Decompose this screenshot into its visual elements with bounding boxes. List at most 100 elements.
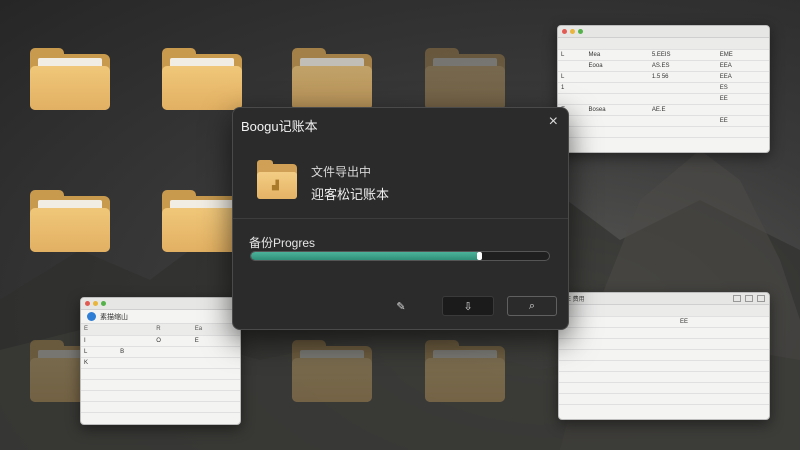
- divider: [233, 218, 568, 219]
- close-dot-icon[interactable]: [562, 29, 567, 34]
- maximize-dot-icon[interactable]: [101, 301, 106, 306]
- minimize-dot-icon[interactable]: [93, 301, 98, 306]
- table-row[interactable]: [559, 349, 769, 361]
- progress-label: 备份Progres: [249, 236, 316, 250]
- table-row[interactable]: [559, 360, 769, 372]
- table-row[interactable]: EE: [559, 316, 769, 328]
- cell: [677, 327, 769, 339]
- minimize-dot-icon[interactable]: [570, 29, 575, 34]
- table-row[interactable]: [81, 401, 240, 413]
- cell: [117, 401, 154, 413]
- desktop-folder[interactable]: [162, 48, 242, 110]
- cell: [648, 82, 717, 94]
- desktop-folder[interactable]: [425, 340, 505, 402]
- window-titlebar[interactable]: [81, 298, 240, 310]
- cell: [191, 379, 240, 391]
- cell: EE: [716, 115, 769, 127]
- col-header[interactable]: [598, 305, 638, 317]
- table-row[interactable]: [559, 371, 769, 383]
- file-table: E R Ea IOE LB K: [81, 324, 240, 413]
- cell: [191, 368, 240, 380]
- cell: L: [558, 49, 586, 61]
- window-titlebar[interactable]: [558, 26, 769, 38]
- cell: [677, 349, 769, 361]
- edit-button[interactable]: ✎: [385, 296, 417, 316]
- col-header[interactable]: [637, 305, 678, 317]
- table-row[interactable]: [81, 379, 240, 391]
- progress-knob: [477, 252, 483, 260]
- cell: [585, 82, 649, 94]
- col-header[interactable]: [677, 305, 769, 317]
- cell: [117, 379, 154, 391]
- table-row[interactable]: [559, 338, 769, 350]
- table-row[interactable]: Eooa AS.ES EEA: [558, 60, 769, 72]
- cell: EEA: [716, 60, 769, 72]
- desktop-folder[interactable]: [292, 48, 372, 110]
- maximize-dot-icon[interactable]: [578, 29, 583, 34]
- table-row[interactable]: EE: [558, 93, 769, 105]
- table-row[interactable]: [81, 390, 240, 402]
- desktop-folder[interactable]: [425, 48, 505, 110]
- col-header[interactable]: [558, 38, 586, 50]
- table-row[interactable]: [559, 382, 769, 394]
- cell: 5.EEIS: [648, 49, 717, 61]
- desktop-folder[interactable]: [292, 340, 372, 402]
- table-row[interactable]: EBoseaAE.E: [558, 104, 769, 116]
- cell: [191, 390, 240, 402]
- cell: K: [81, 357, 118, 369]
- desktop-folder[interactable]: [162, 190, 242, 252]
- table-row[interactable]: [559, 393, 769, 405]
- col-header[interactable]: [117, 324, 154, 336]
- cell: I: [81, 335, 118, 347]
- cell: EE: [716, 93, 769, 105]
- cell: [637, 338, 678, 350]
- window-titlebar[interactable]: E 费用: [559, 293, 769, 305]
- file-name: 迎客松记账本: [311, 187, 390, 202]
- cell: [117, 335, 154, 347]
- close-icon[interactable]: [757, 295, 765, 302]
- cell: [677, 360, 769, 372]
- file-window-top-right[interactable]: L Mea 5.EEIS EME Eooa AS.ES EEA L 1.5 56 EEA 1E…: [557, 25, 770, 153]
- maximize-icon[interactable]: [745, 295, 753, 302]
- download-button[interactable]: ⇩: [442, 296, 494, 316]
- table-row[interactable]: K: [81, 357, 240, 369]
- close-icon[interactable]: ×: [549, 113, 558, 131]
- table-row[interactable]: LB: [81, 346, 240, 358]
- cell: E: [191, 335, 240, 347]
- table-row[interactable]: [558, 126, 769, 138]
- cell: [153, 379, 192, 391]
- cell: [153, 401, 192, 413]
- table-row[interactable]: L Mea 5.EEIS EME: [558, 49, 769, 61]
- table-row[interactable]: [81, 368, 240, 380]
- cell: [153, 357, 192, 369]
- table-row[interactable]: [559, 327, 769, 339]
- cell: L: [81, 346, 118, 358]
- col-header[interactable]: [585, 38, 649, 50]
- cell: [598, 316, 638, 328]
- table-row[interactable]: L 1.5 56 EEA: [558, 71, 769, 83]
- export-dialog: Boogu记账本 × ▟ 文件导出中 迎客松记账本 备份Progres ✎ ⇩ …: [232, 107, 569, 330]
- cell: [559, 360, 599, 372]
- cell: [598, 360, 638, 372]
- table-row[interactable]: I OE: [81, 335, 240, 347]
- table-row[interactable]: 1 ES: [558, 82, 769, 94]
- col-header[interactable]: [716, 38, 769, 50]
- col-header[interactable]: E: [81, 324, 118, 336]
- cell: [585, 126, 649, 138]
- file-window-bottom-right[interactable]: E 费用 EE: [558, 292, 770, 420]
- search-button[interactable]: ⌕: [507, 296, 557, 316]
- desktop-folder[interactable]: [30, 190, 110, 252]
- cell: Bosea: [585, 104, 649, 116]
- cell: B: [117, 346, 154, 358]
- minimize-icon[interactable]: [733, 295, 741, 302]
- cell: [153, 390, 192, 402]
- col-header[interactable]: R: [153, 324, 192, 336]
- close-dot-icon[interactable]: [85, 301, 90, 306]
- file-window-bottom-left[interactable]: 素描缩山 E R Ea IOE LB K: [80, 297, 241, 425]
- edit-icon: ✎: [396, 300, 406, 313]
- table-row[interactable]: EE: [558, 115, 769, 127]
- cell: [117, 368, 154, 380]
- cell: [191, 346, 240, 358]
- desktop-folder[interactable]: [30, 48, 110, 110]
- col-header[interactable]: [648, 38, 717, 50]
